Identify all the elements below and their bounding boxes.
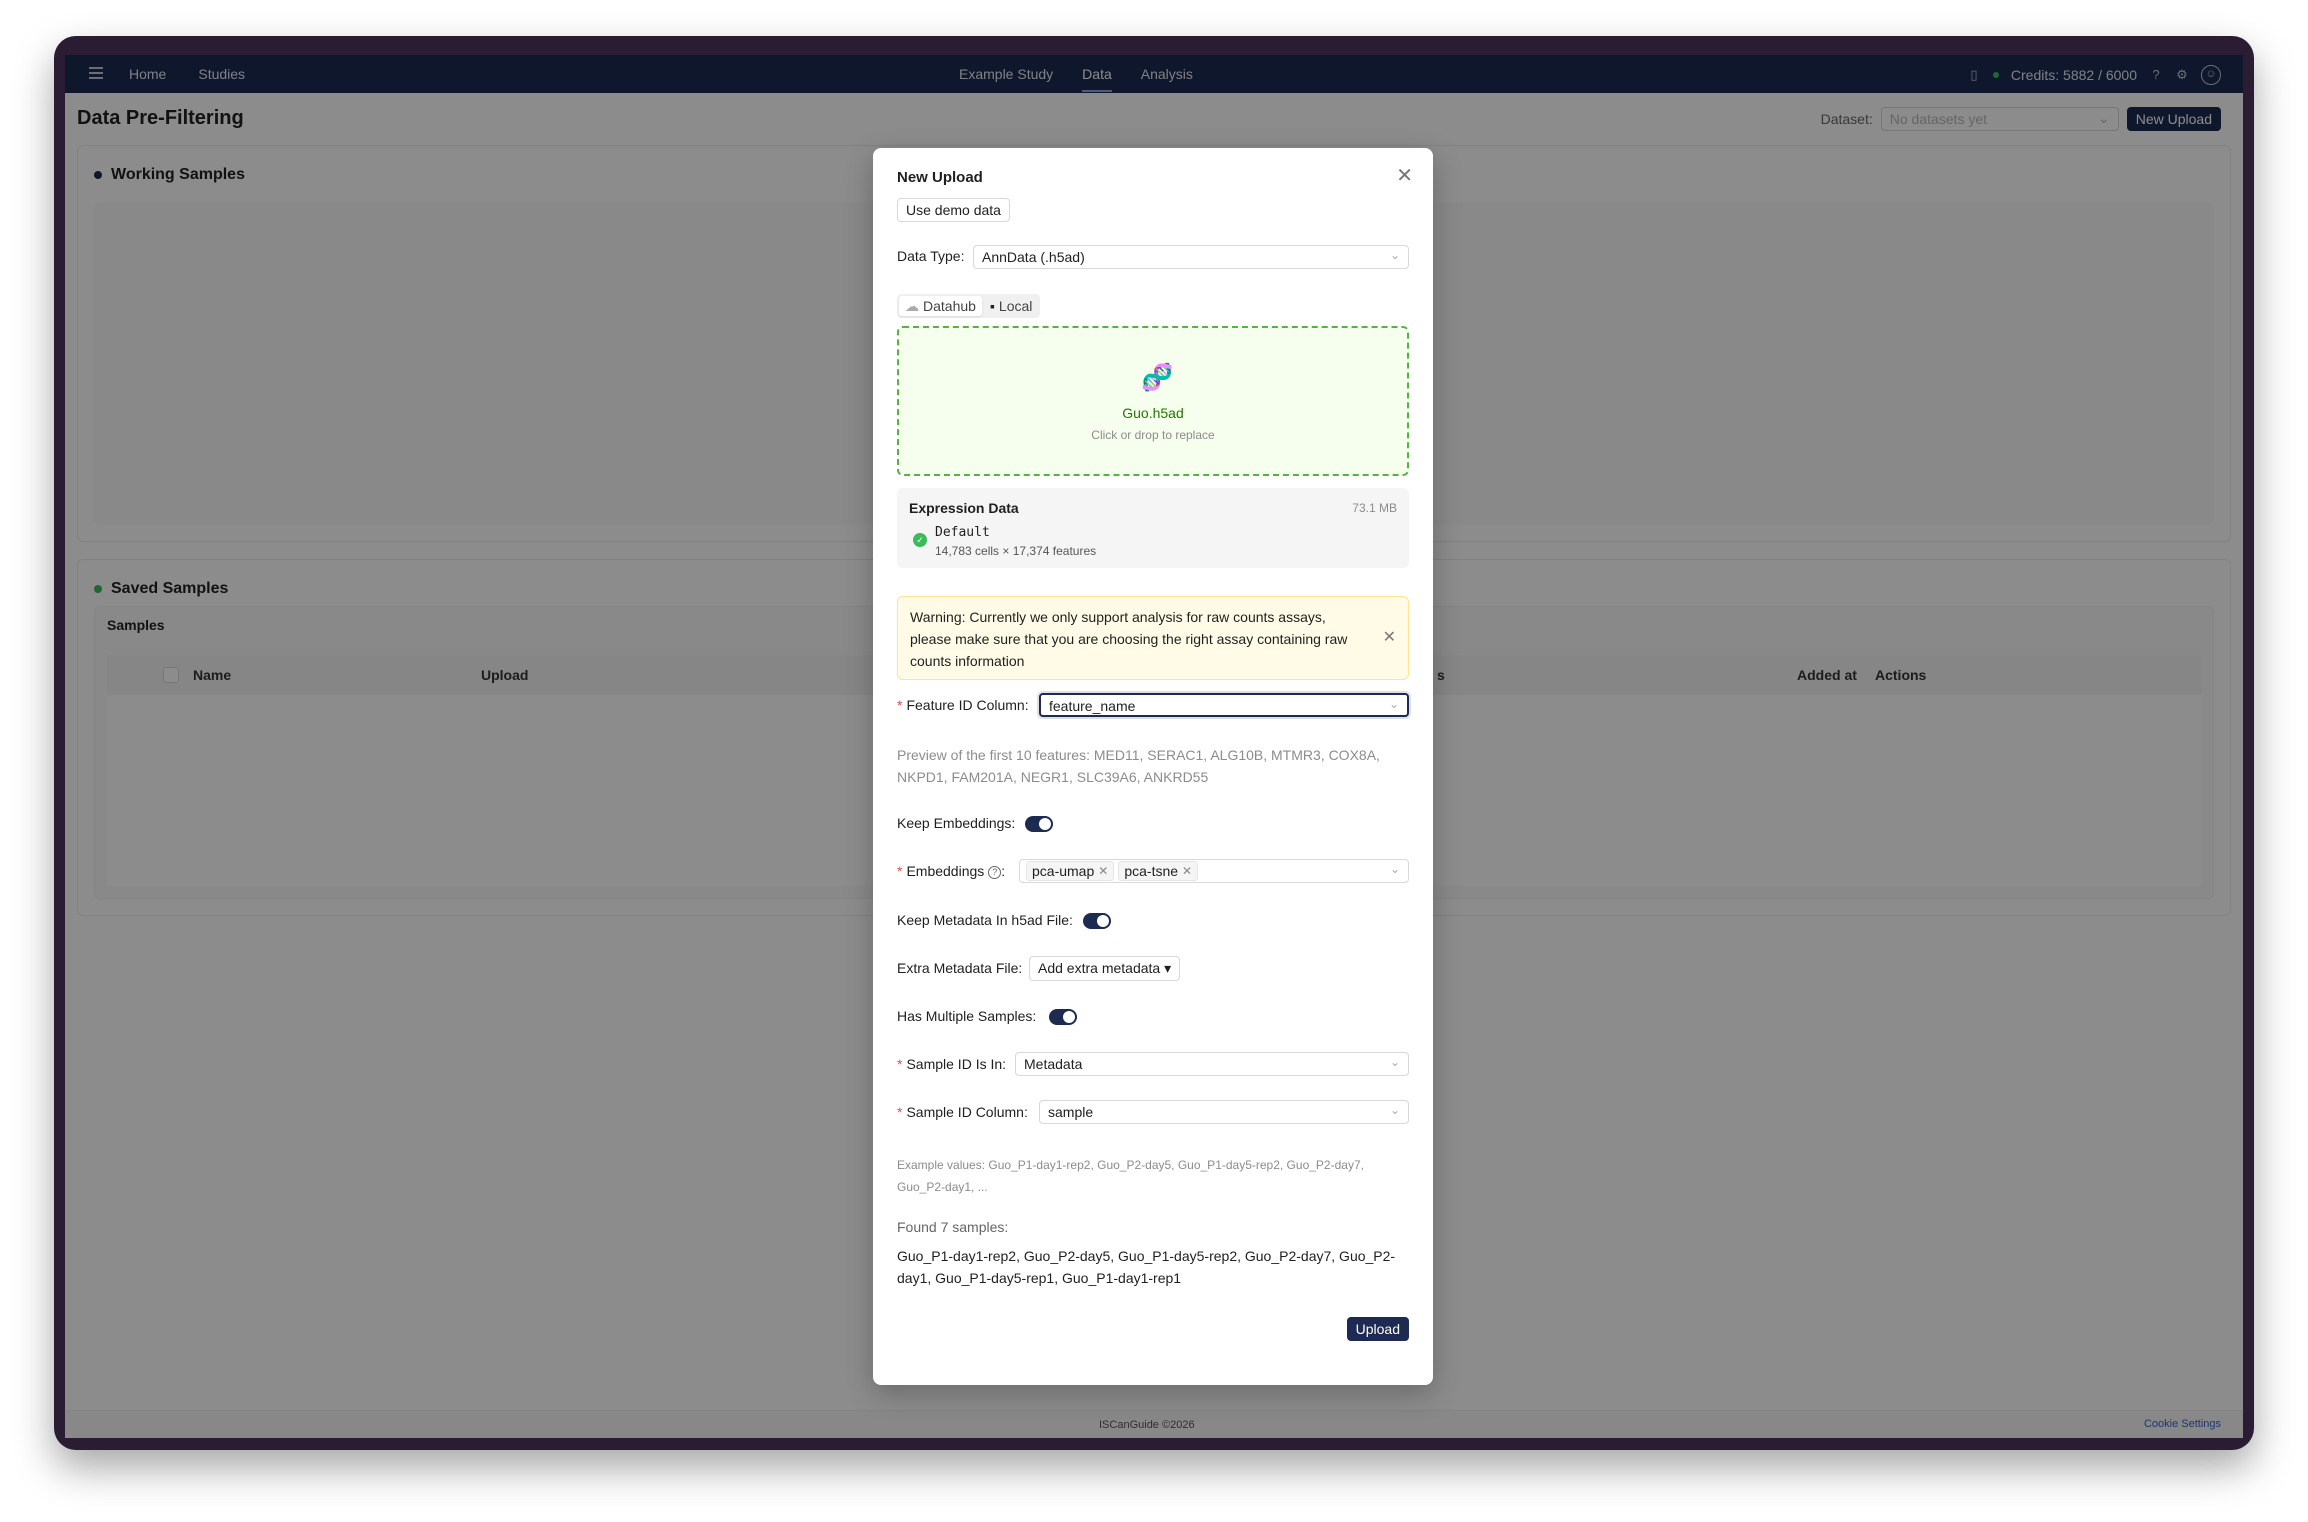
- multiple-samples-toggle[interactable]: [1049, 1009, 1077, 1025]
- sample-id-in-label: * Sample ID Is In:: [897, 1056, 1007, 1072]
- chevron-down-icon: ⌄: [1388, 697, 1399, 711]
- close-icon[interactable]: ✕: [1383, 627, 1396, 647]
- chevron-down-icon: ⌄: [1389, 1055, 1400, 1069]
- feature-id-label: * Feature ID Column:: [897, 697, 1029, 713]
- found-samples-list: Guo_P1-day1-rep2, Guo_P2-day5, Guo_P1-da…: [897, 1248, 1396, 1286]
- cloud-icon: ☁: [905, 297, 919, 314]
- close-icon[interactable]: ✕: [1098, 864, 1108, 878]
- extra-metadata-label: Extra Metadata File:: [897, 960, 1023, 976]
- data-type-value: AnnData (.h5ad): [982, 249, 1085, 265]
- chevron-down-icon: ⌄: [1389, 248, 1400, 262]
- embedding-tag: pca-tsne ✕: [1118, 861, 1199, 881]
- chevron-down-icon: ⌄: [1389, 862, 1400, 876]
- uploaded-file-name: Guo.h5ad: [1122, 405, 1184, 421]
- example-values: Example values: Guo_P1-day1-rep2, Guo_P2…: [897, 1158, 1364, 1194]
- sample-id-in-value: Metadata: [1024, 1056, 1083, 1072]
- close-icon[interactable]: ✕: [1396, 166, 1413, 186]
- computer-icon: ▪: [989, 298, 995, 314]
- keep-metadata-label: Keep Metadata In h5ad File:: [897, 912, 1073, 928]
- sample-id-in-select[interactable]: Metadata ⌄: [1015, 1052, 1409, 1076]
- check-circle-icon: ✓: [913, 533, 927, 547]
- data-type-select[interactable]: AnnData (.h5ad) ⌄: [973, 245, 1409, 269]
- upload-button[interactable]: Upload: [1346, 1317, 1409, 1341]
- modal-title: New Upload: [897, 169, 983, 186]
- sample-id-col-value: sample: [1048, 1104, 1094, 1120]
- close-icon[interactable]: ✕: [1182, 864, 1192, 878]
- warning-text: Warning: Currently we only support analy…: [910, 609, 1348, 669]
- dna-icon: 🧬: [1141, 362, 1174, 392]
- help-icon[interactable]: ?: [988, 866, 1002, 879]
- dropzone-hint: Click or drop to replace: [1091, 428, 1215, 442]
- feature-preview: Preview of the first 10 features: MED11,…: [897, 747, 1380, 785]
- expression-data-title: Expression Data: [909, 500, 1019, 516]
- use-demo-data-button[interactable]: Use demo data: [897, 198, 1010, 222]
- chevron-down-icon: ⌄: [1389, 1103, 1400, 1117]
- file-dropzone[interactable]: 🧬 Guo.h5ad Click or drop to replace: [897, 326, 1409, 476]
- data-type-label: Data Type:: [897, 248, 965, 264]
- keep-embeddings-label: Keep Embeddings:: [897, 815, 1016, 831]
- sample-id-col-select[interactable]: sample ⌄: [1039, 1100, 1409, 1124]
- keep-embeddings-toggle[interactable]: [1025, 816, 1053, 832]
- sample-id-col-label: * Sample ID Column:: [897, 1104, 1028, 1120]
- found-samples-label: Found 7 samples:: [897, 1219, 1009, 1235]
- add-extra-metadata-button[interactable]: Add extra metadata ▾: [1029, 956, 1181, 981]
- tab-local[interactable]: ▪ Local: [984, 296, 1038, 316]
- expression-data-size: 73.1 MB: [1352, 501, 1397, 515]
- feature-id-select[interactable]: feature_name ⌄: [1039, 693, 1409, 717]
- multiple-samples-label: Has Multiple Samples:: [897, 1008, 1037, 1024]
- expression-data-panel: Expression Data 73.1 MB ✓ Default 14,783…: [897, 488, 1409, 568]
- embeddings-select[interactable]: pca-umap ✕ pca-tsne ✕ ⌄: [1019, 859, 1409, 883]
- source-tabs: ☁ Datahub ▪ Local: [897, 294, 1041, 318]
- warning-alert: Warning: Currently we only support analy…: [897, 596, 1409, 680]
- embedding-tag: pca-umap ✕: [1026, 861, 1115, 881]
- feature-id-value: feature_name: [1049, 698, 1136, 714]
- tab-datahub[interactable]: ☁ Datahub: [899, 296, 982, 316]
- embeddings-label: * Embeddings?:: [897, 863, 1006, 879]
- keep-metadata-toggle[interactable]: [1083, 913, 1111, 929]
- assay-name: Default: [935, 525, 990, 540]
- app-screen: Home Studies Example Study Data Analysis…: [65, 55, 2243, 1438]
- assay-dimensions: 14,783 cells × 17,374 features: [935, 544, 1097, 558]
- new-upload-modal: New Upload ✕ Use demo data Data Type: An…: [873, 148, 1433, 1385]
